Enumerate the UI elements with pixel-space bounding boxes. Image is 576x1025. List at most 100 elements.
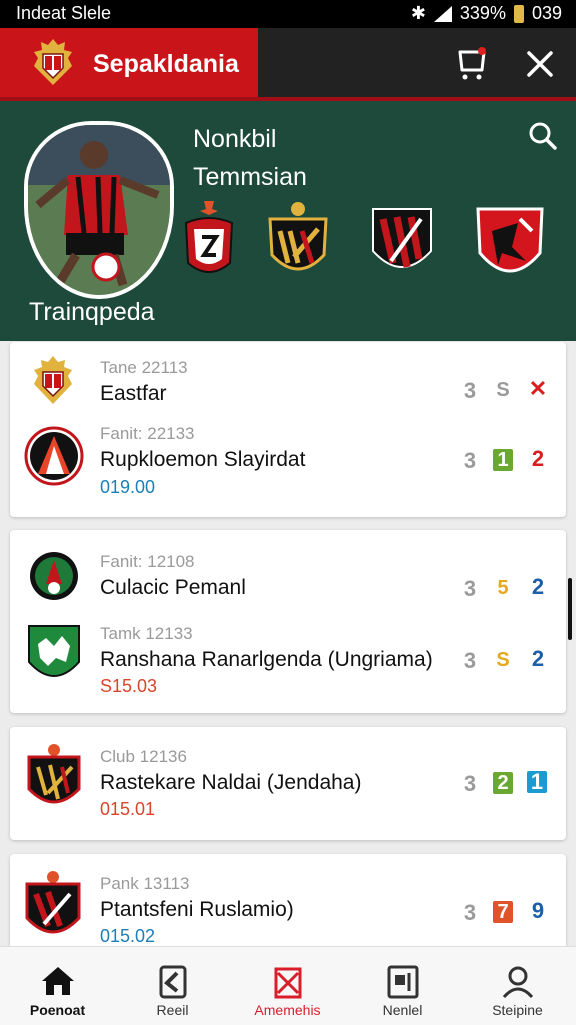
match-team-name: Ranshana Ranarlgenda (Ungriama) [100, 648, 433, 671]
match-team-name: Ptantsfeni Ruslamio) [100, 898, 294, 921]
player-avatar[interactable] [24, 121, 174, 299]
score-2: S [496, 379, 510, 401]
nav-label: Poenoat [29, 1002, 86, 1018]
profile-icon [502, 966, 534, 999]
score-3: 2 [531, 446, 545, 471]
news-icon [387, 965, 419, 999]
match-row[interactable]: Tane 22113 Eastfar 3 S ✕ [10, 354, 566, 424]
score-1: 3 [463, 378, 477, 403]
nav-label: Nenlel [382, 1002, 423, 1018]
score-3: 9 [531, 898, 545, 923]
bluetooth-icon: ✱ [410, 3, 426, 23]
nav-item-news[interactable]: Nenlel [345, 947, 460, 1025]
close-icon[interactable]: ✕ [527, 378, 549, 400]
badge-icon [159, 965, 187, 999]
match-card[interactable]: Pank 13113 Ptantsfeni Ruslamio) 015.02 3… [10, 854, 566, 946]
score-3: 2 [531, 646, 545, 671]
match-card[interactable]: Tane 22113 Eastfar 3 S ✕ Fanit: 22133 Ru… [10, 342, 566, 517]
signal-icon [433, 5, 452, 22]
score-1: 3 [463, 900, 477, 925]
score-1: 3 [463, 576, 477, 601]
close-button[interactable] [522, 46, 558, 82]
score-2-badge: 1 [493, 449, 513, 471]
search-button[interactable] [528, 121, 558, 151]
hero-caption: Trainqpeda [29, 298, 155, 326]
score-2: S [496, 649, 510, 671]
team-crest-icon [372, 208, 432, 268]
score-3-badge: 1 [527, 771, 547, 793]
hero-title-line1: Nonkbil [193, 125, 277, 153]
match-meta: Tane 22113 [100, 358, 188, 377]
match-team-name: Rastekare Naldai (Jendaha) [100, 771, 362, 794]
bottom-nav: Poenoat Reeil Amemehis Nenlel Steipine [0, 946, 576, 1025]
close-icon [527, 51, 553, 77]
nav-item-home[interactable]: Poenoat [0, 947, 115, 1025]
score-3: 2 [531, 574, 545, 599]
hero-title: Nonkbil Temmsian [193, 120, 443, 196]
match-price: 015.02 [100, 926, 156, 946]
status-time: 039 [531, 3, 562, 23]
match-team-name: Rupkloemon Slayirdat [100, 448, 306, 471]
score-2-badge: 2 [493, 772, 513, 794]
team-crest-icon [184, 201, 234, 273]
nav-label: Reeil [156, 1002, 189, 1018]
match-meta: Tamk 12133 [100, 624, 193, 643]
match-row[interactable]: Club 12136 Rastekare Naldai (Jendaha) 01… [10, 743, 566, 833]
status-icons: ✱ 339% 039 [411, 3, 562, 24]
team-logo-1[interactable] [182, 201, 236, 286]
search-icon [529, 122, 557, 150]
match-price: S15.03 [100, 676, 158, 696]
score-2-badge: 7 [493, 901, 513, 923]
match-team-name: Eastfar [100, 382, 167, 405]
home-icon [42, 967, 74, 995]
hero-title-line2: Temmsian [193, 163, 307, 191]
player-photo [28, 125, 170, 295]
nav-item-profile[interactable]: Steipine [460, 947, 575, 1025]
score-1: 3 [463, 448, 477, 473]
match-meta: Fanit: 12108 [100, 552, 195, 571]
team-crest-icon [268, 202, 328, 271]
cart-button[interactable] [452, 44, 492, 84]
score-1: 3 [463, 771, 477, 796]
nav-label: Amemehis [254, 1002, 321, 1018]
score-1: 3 [463, 648, 477, 673]
team-logo-4[interactable] [472, 201, 548, 290]
cart-icon [458, 47, 486, 80]
club-crest-icon [30, 552, 78, 600]
match-meta: Fanit: 22133 [100, 424, 195, 443]
nav-label: Steipine [492, 1002, 543, 1018]
nav-item-matches[interactable]: Amemehis [230, 947, 345, 1025]
match-row[interactable]: Fanit: 12108 Culacic Pemanl 3 5 2 [10, 548, 566, 618]
match-row[interactable]: Tamk 12133 Ranshana Ranarlgenda (Ungriam… [10, 622, 566, 710]
nav-item-feed[interactable]: Reeil [115, 947, 230, 1025]
team-logo-2[interactable] [268, 201, 328, 288]
match-row[interactable]: Fanit: 22133 Rupkloemon Slayirdat 019.00… [10, 424, 566, 514]
match-icon [274, 967, 302, 999]
scrollbar[interactable] [568, 578, 572, 640]
match-meta: Pank 13113 [100, 874, 190, 893]
team-crest-icon [476, 207, 544, 273]
club-crest-icon [34, 356, 72, 404]
app-title: Sepakldania [93, 50, 239, 78]
match-meta: Club 12136 [100, 747, 187, 766]
match-row[interactable]: Pank 13113 Ptantsfeni Ruslamio) 015.02 3… [10, 870, 566, 946]
club-crest-icon [34, 39, 72, 85]
brand-block: Sepakldania [0, 28, 258, 100]
club-crest-icon [27, 744, 81, 804]
club-crest-icon [24, 426, 84, 486]
match-card[interactable]: Club 12136 Rastekare Naldai (Jendaha) 01… [10, 727, 566, 840]
hero-section: Nonkbil Temmsian Trainqpeda [0, 101, 576, 341]
status-bar: Indeat Slele ✱ 339% 039 [0, 0, 576, 28]
match-card[interactable]: Fanit: 12108 Culacic Pemanl 3 5 2 Tamk 1… [10, 530, 566, 713]
match-price: 019.00 [100, 477, 156, 497]
team-logo-3[interactable] [369, 201, 435, 286]
battery-icon [513, 4, 524, 23]
match-team-name: Culacic Pemanl [100, 576, 246, 599]
battery-percent: 339% [459, 3, 506, 23]
app-bar: Sepakldania [0, 28, 576, 100]
match-price: 015.01 [100, 799, 156, 819]
score-2: 5 [497, 577, 509, 599]
club-crest-icon [25, 871, 81, 934]
club-crest-icon [28, 625, 80, 677]
status-carrier-text: Indeat Slele [16, 3, 112, 23]
